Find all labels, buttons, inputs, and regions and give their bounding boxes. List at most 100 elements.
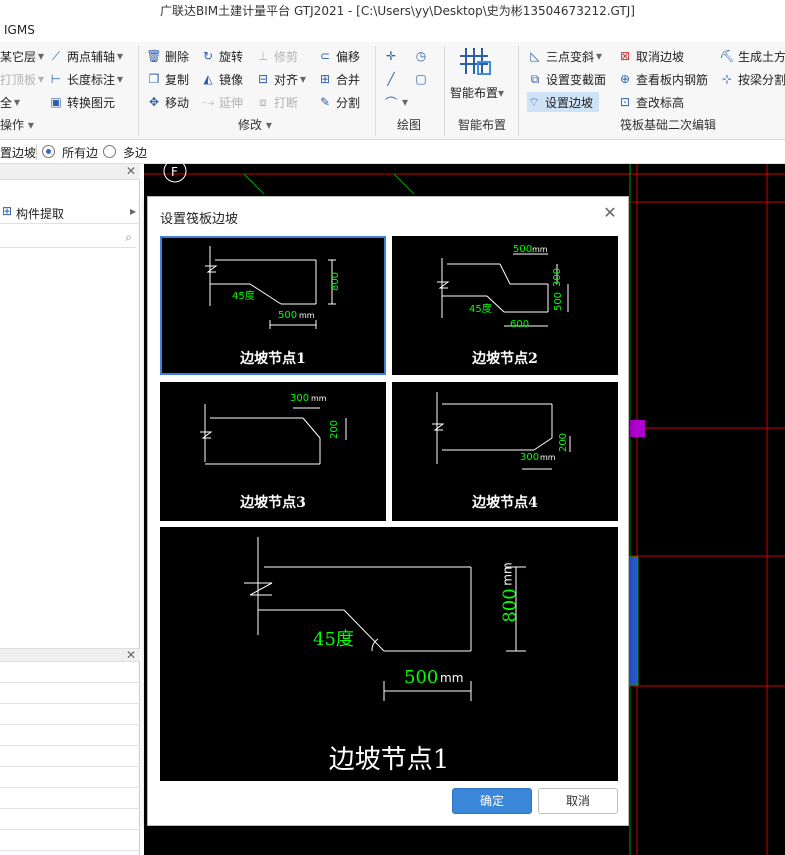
list-item[interactable] bbox=[0, 725, 140, 746]
ribbon-three-point-slope[interactable]: ◺ 三点变斜 ▾ bbox=[528, 46, 602, 66]
selected-slab-edge[interactable] bbox=[627, 556, 639, 686]
slope-node-2[interactable]: 500 mm 300 500 45度 600 边坡节点2 bbox=[392, 236, 618, 375]
ribbon-trim[interactable]: ⊥ 修剪 bbox=[256, 46, 298, 66]
chevron-down-icon: ▾ bbox=[596, 49, 603, 63]
break-icon: ⧈ bbox=[259, 94, 267, 109]
menu-item-igms[interactable]: IGMS bbox=[4, 23, 35, 37]
radio-all-edges[interactable] bbox=[42, 145, 55, 158]
list-item[interactable] bbox=[0, 830, 140, 851]
node3-unit: mm bbox=[311, 394, 327, 403]
search-input[interactable]: ⌕ bbox=[0, 228, 136, 248]
ribbon-item-top-slab[interactable]: 打顶板 ▾ bbox=[0, 69, 44, 89]
list-item[interactable] bbox=[0, 746, 140, 767]
preview-unit-h: mm bbox=[500, 562, 515, 586]
group-label-modify: 修改 ▾ bbox=[238, 116, 272, 133]
ribbon-merge[interactable]: ⊞ 合并 bbox=[318, 69, 360, 89]
extend-icon: ⤍ bbox=[201, 94, 215, 109]
ribbon-cancel-slope[interactable]: ⊠ 取消边坡 bbox=[618, 46, 684, 66]
ribbon-item-label: 打断 bbox=[274, 95, 299, 110]
preview-angle: 45度 bbox=[313, 629, 354, 650]
ribbon-item-label: 旋转 bbox=[219, 49, 244, 64]
slope-node-3[interactable]: 300 mm 200 边坡节点3 bbox=[160, 382, 386, 521]
ribbon-generate-earthwork[interactable]: ⛏ 生成土方 bbox=[719, 46, 785, 66]
slope-icon: ◺ bbox=[530, 49, 540, 63]
search-icon: ⌕ bbox=[125, 230, 132, 244]
ribbon-extend[interactable]: ⤍ 延伸 bbox=[201, 92, 243, 112]
list-item[interactable] bbox=[0, 788, 140, 809]
menu-bar: IGMS bbox=[0, 20, 785, 42]
section-icon: ⧉ bbox=[530, 71, 540, 86]
node1-dim-w: 500 bbox=[278, 310, 298, 321]
draw-point-button[interactable]: ✛ bbox=[384, 46, 402, 66]
ribbon-split-by-beam[interactable]: ⊹ 按梁分割 bbox=[720, 69, 785, 89]
ribbon-item-all[interactable]: 全 ▾ bbox=[0, 92, 20, 112]
ribbon-delete[interactable]: 🗑 删除 bbox=[146, 46, 190, 66]
list-item[interactable] bbox=[0, 767, 140, 788]
crosshair-icon: ✛ bbox=[385, 49, 397, 63]
ribbon-item-label: 修剪 bbox=[274, 49, 299, 64]
smart-layout-text: 智能布置 bbox=[450, 86, 499, 100]
group-label-smart: 智能布置 bbox=[458, 118, 507, 132]
set-raft-slope-dialog: 设置筏板边坡 ✕ 45度 800 500 mm 边坡节点1 500 mm 300… bbox=[147, 196, 629, 826]
ribbon-item-label: 按梁分割 bbox=[738, 72, 785, 87]
node1-dim-h: 800 bbox=[330, 271, 342, 292]
close-icon[interactable]: ✕ bbox=[602, 205, 618, 221]
ribbon-item-label: 删除 bbox=[165, 49, 190, 64]
ribbon-view-slab-rebar[interactable]: ⊕ 查看板内钢筋 bbox=[618, 69, 708, 89]
list-item[interactable] bbox=[0, 662, 140, 683]
draw-circle-button[interactable]: ◷ bbox=[414, 46, 432, 66]
ribbon-split[interactable]: ✎ 分割 bbox=[318, 92, 360, 112]
ribbon: 某它层 ▾ 打顶板 ▾ 全 ▾ 操作 ▾ ⟋ 两点辅轴 ▾ ⊢ 长度标注 ▾ ▣ 转换图元 🗑 删… bbox=[0, 42, 785, 140]
draw-line-button[interactable]: ╱ bbox=[384, 69, 402, 89]
ok-button[interactable]: 确定 bbox=[452, 788, 532, 814]
ribbon-item-label: 打顶板 bbox=[0, 72, 37, 87]
convert-icon: ▣ bbox=[50, 95, 62, 109]
chevron-down-icon: ▾ bbox=[117, 72, 124, 86]
ribbon-item-other-layer[interactable]: 某它层 ▾ bbox=[0, 46, 44, 66]
property-list bbox=[0, 662, 140, 855]
radio-multi-edges[interactable] bbox=[103, 145, 116, 158]
draw-arc-button[interactable]: ⌒ ▾ bbox=[384, 92, 408, 112]
list-item[interactable] bbox=[0, 683, 140, 704]
ribbon-copy[interactable]: ❐ 复制 bbox=[147, 69, 189, 89]
list-item[interactable] bbox=[0, 809, 140, 830]
window-title: 广联达BIM土建计量平台 GTJ2021 - [C:\Users\yy\Desk… bbox=[160, 4, 635, 18]
arc-icon: ⌒ bbox=[384, 95, 397, 110]
ribbon-two-point-axis[interactable]: ⟋ 两点辅轴 ▾ bbox=[49, 46, 123, 66]
smart-layout-icon bbox=[460, 48, 491, 75]
ribbon-item-label: 镜像 bbox=[219, 72, 244, 87]
ribbon-align[interactable]: ⊟ 对齐 ▾ bbox=[256, 69, 306, 89]
ribbon-rotate[interactable]: ↻ 旋转 bbox=[201, 46, 243, 66]
ribbon-item-label: 长度标注 bbox=[67, 72, 116, 87]
cancel-button[interactable]: 取消 bbox=[538, 788, 618, 814]
ribbon-convert-element[interactable]: ▣ 转换图元 bbox=[49, 92, 115, 112]
smart-layout-button[interactable]: 智能布置▾ bbox=[450, 44, 512, 104]
ribbon-offset[interactable]: ⊂ 偏移 bbox=[318, 46, 360, 66]
close-icon[interactable]: ✕ bbox=[126, 648, 136, 662]
node3-label: 边坡节点3 bbox=[240, 495, 306, 511]
rotate-icon: ↻ bbox=[202, 49, 214, 63]
ribbon-set-slope[interactable]: ⌔ 设置边坡 bbox=[527, 92, 600, 112]
group-label-text: 修改 bbox=[238, 118, 263, 132]
list-item[interactable] bbox=[0, 704, 140, 725]
selection-marker[interactable] bbox=[630, 420, 645, 437]
line-icon: ╱ bbox=[387, 72, 395, 86]
ribbon-edit-elevation[interactable]: ⊡ 查改标高 bbox=[618, 92, 684, 112]
ribbon-break[interactable]: ⧈ 打断 bbox=[256, 92, 298, 112]
divider bbox=[138, 46, 139, 136]
ribbon-move[interactable]: ✥ 移动 bbox=[147, 92, 189, 112]
close-icon[interactable]: ✕ bbox=[126, 164, 136, 178]
rebar-icon: ⊕ bbox=[619, 72, 631, 86]
dimension-icon: ⊢ bbox=[50, 72, 62, 86]
ribbon-set-variable-section[interactable]: ⧉ 设置变截面 bbox=[528, 69, 606, 89]
preview-unit-w: mm bbox=[440, 671, 464, 685]
slope-node-4[interactable]: 300 mm 200 边坡节点4 bbox=[392, 382, 618, 521]
trim-icon: ⊥ bbox=[257, 49, 269, 63]
ribbon-length-dim[interactable]: ⊢ 长度标注 ▾ bbox=[49, 69, 123, 89]
tab-component-extract[interactable]: ⊞ 构件提取 ▸ bbox=[0, 200, 140, 224]
slope-node-1[interactable]: 45度 800 500 mm 边坡节点1 bbox=[160, 236, 386, 375]
draw-rect-button[interactable]: ▢ bbox=[414, 69, 432, 89]
ribbon-mirror[interactable]: ◭ 镜像 bbox=[201, 69, 243, 89]
dialog-title: 设置筏板边坡 bbox=[160, 212, 239, 227]
earthwork-icon: ⛏ bbox=[719, 49, 735, 63]
